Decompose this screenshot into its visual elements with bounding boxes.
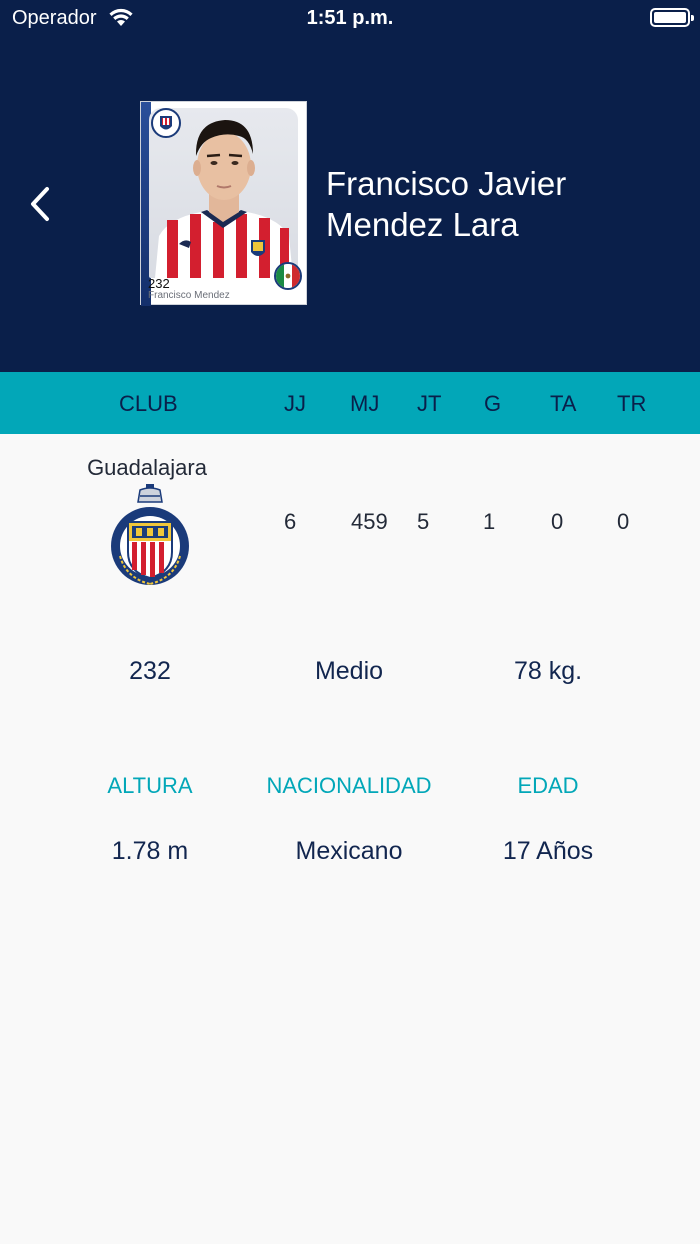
clock: 1:51 p.m.	[306, 7, 394, 29]
mexico-flag-icon	[274, 262, 302, 290]
player-weight: 78 kg.	[513, 657, 583, 685]
player-age: 17 Años	[502, 837, 594, 865]
label-height: ALTURA	[107, 773, 193, 798]
player-header: Operador 1:51 p.m. 232 Francisco Mendez …	[0, 0, 700, 372]
label-nationality: NACIONALIDAD	[266, 773, 432, 798]
player-name: Francisco Javier Mendez Lara	[326, 163, 686, 245]
card-player-name: Francisco Mendez	[148, 290, 230, 301]
back-button[interactable]	[18, 180, 62, 228]
chevron-left-icon	[31, 187, 49, 221]
col-header-mj: MJ	[350, 391, 380, 416]
battery-icon	[650, 8, 694, 27]
col-header-g: G	[484, 391, 502, 416]
club-name: Guadalajara	[87, 455, 207, 480]
label-age: EDAD	[517, 773, 579, 798]
player-number: 232	[129, 657, 171, 685]
stats-values-row: Guadalajara 6 459 5 1 0 0	[0, 435, 700, 595]
stat-jt: 5	[417, 509, 430, 534]
stat-tr: 0	[617, 509, 630, 534]
stat-mj: 459	[351, 509, 388, 534]
status-bar: Operador 1:51 p.m.	[0, 0, 700, 36]
player-position: Medio	[314, 657, 384, 685]
player-height: 1.78 m	[111, 837, 189, 865]
card-club-crest-icon	[151, 108, 181, 138]
card-number: 232	[148, 276, 170, 291]
col-header-club: CLUB	[119, 391, 178, 416]
stat-g: 1	[483, 509, 496, 534]
club-crest-icon	[110, 482, 190, 594]
player-sticker-card: 232 Francisco Mendez	[140, 101, 307, 306]
stat-ta: 0	[551, 509, 564, 534]
player-name-line2: Mendez Lara	[326, 206, 519, 243]
col-header-jt: JT	[417, 391, 442, 416]
col-header-jj: JJ	[284, 391, 306, 416]
col-header-ta: TA	[550, 391, 577, 416]
player-name-line1: Francisco Javier	[326, 165, 567, 202]
stat-jj: 6	[284, 509, 297, 534]
player-nationality: Mexicano	[295, 837, 403, 865]
col-header-tr: TR	[617, 391, 647, 416]
stats-header-row: CLUB JJ MJ JT G TA TR	[0, 372, 700, 434]
